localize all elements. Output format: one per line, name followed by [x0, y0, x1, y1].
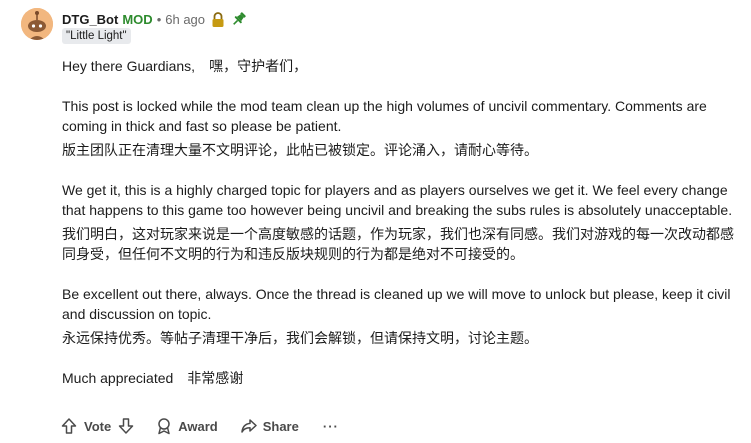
share-button[interactable]: Share	[240, 417, 299, 435]
upvote-button[interactable]	[60, 417, 78, 435]
avatar-bot-icon	[21, 8, 53, 40]
be-excellent-chinese: 永远保持优秀。等帖子清理干净后，我们会解锁，但请保持文明，讨论主题。	[62, 330, 538, 346]
more-options-icon: ···	[322, 418, 339, 434]
award-label: Award	[178, 418, 218, 434]
lock-notice-chinese: 版主团队正在清理大量不文明评论，此帖已被锁定。评论涌入，请耐心等待。	[62, 142, 538, 158]
user-flair: "Little Light"	[62, 28, 131, 44]
signoff-paragraph: Much appreciated 非常感谢	[62, 370, 244, 386]
award-button[interactable]: Award	[155, 417, 218, 435]
greeting-paragraph: Hey there Guardians, 嘿，守护者们，	[62, 58, 308, 74]
mod-badge: MOD	[122, 11, 153, 27]
avatar[interactable]	[21, 8, 53, 40]
author-name[interactable]: DTG_Bot	[62, 12, 118, 27]
comment-body: Hey there Guardians, 嘿，守护者们， This post i…	[62, 56, 734, 388]
understanding-paragraph: We get it, this is a highly charged topi…	[62, 182, 733, 218]
more-options-button[interactable]: ···	[323, 419, 339, 434]
lock-notice-paragraph: This post is locked while the mod team c…	[62, 98, 707, 134]
award-icon	[158, 418, 170, 435]
upvote-icon	[61, 418, 77, 434]
separator-dot: •	[156, 11, 162, 27]
comment-actions: Vote Award Share ···	[60, 414, 339, 438]
downvote-button[interactable]	[117, 417, 135, 435]
comment-header: DTG_Bot MOD • 6h ago	[62, 10, 247, 28]
share-label: Share	[262, 418, 299, 434]
vote-label: Vote	[84, 418, 112, 434]
lock-icon	[211, 11, 225, 27]
comment-timestamp[interactable]: 6h ago	[165, 12, 205, 27]
pin-icon	[231, 11, 247, 27]
share-icon	[240, 419, 257, 433]
understanding-chinese: 我们明白，这对玩家来说是一个高度敏感的话题，作为玩家，我们也深有同感。我们对游戏…	[62, 226, 734, 262]
downvote-icon	[118, 418, 134, 434]
be-excellent-paragraph: Be excellent out there, always. Once the…	[62, 286, 731, 322]
